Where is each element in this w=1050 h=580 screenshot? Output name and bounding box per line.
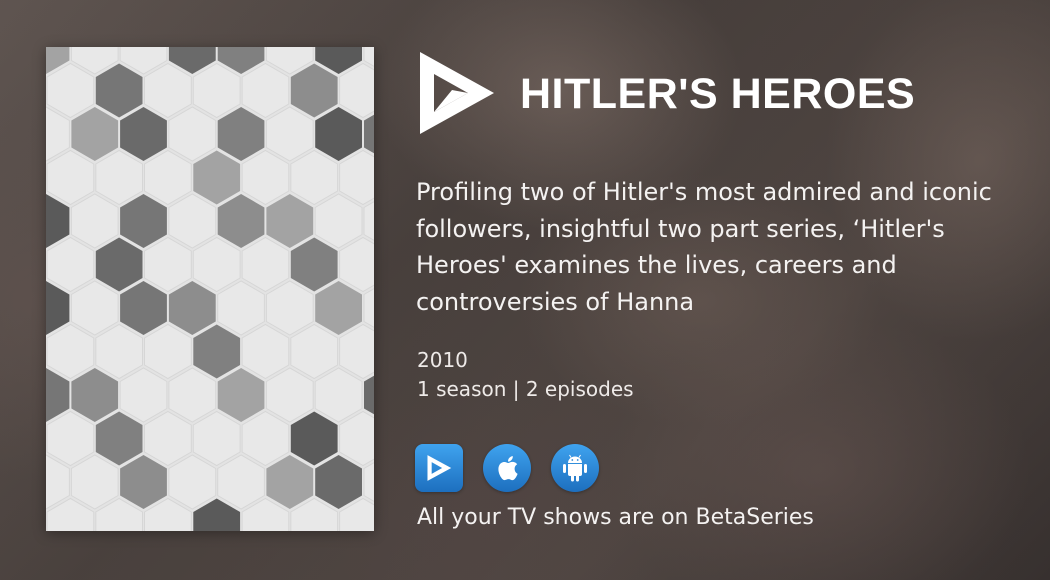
show-title: HITLER'S HEROES bbox=[520, 70, 916, 118]
poster-empty-hex bbox=[339, 323, 374, 380]
poster-photo-hex bbox=[71, 107, 119, 161]
poster-empty-hex bbox=[46, 62, 95, 119]
poster-photo-hex bbox=[315, 281, 362, 335]
poster-empty-hex bbox=[168, 367, 217, 423]
poster-empty-hex bbox=[265, 106, 314, 162]
poster-empty-hex bbox=[314, 367, 363, 423]
poster-empty-hex bbox=[314, 193, 363, 249]
poster-photo-hex bbox=[71, 368, 119, 422]
betaseries-logo-icon bbox=[418, 50, 496, 136]
poster-photo-hex bbox=[95, 63, 143, 118]
app-links bbox=[415, 444, 599, 492]
poster-empty-hex bbox=[241, 410, 290, 467]
poster-empty-hex bbox=[192, 236, 241, 293]
poster-empty-hex bbox=[119, 367, 168, 423]
poster-photo-hex bbox=[120, 194, 167, 248]
poster-photo-hex bbox=[266, 194, 314, 248]
poster-empty-hex bbox=[144, 62, 192, 119]
seasons-episodes: 1 season | 2 episodes bbox=[417, 377, 634, 401]
poster-empty-hex bbox=[46, 410, 95, 467]
poster-photo-hex bbox=[315, 455, 362, 509]
poster-image bbox=[46, 47, 374, 531]
poster-empty-hex bbox=[144, 410, 192, 467]
poster-photo-hex bbox=[290, 63, 338, 118]
poster-empty-hex bbox=[339, 410, 374, 467]
betaseries-app-icon bbox=[427, 455, 452, 481]
poster-empty-hex bbox=[70, 454, 119, 510]
poster-photo-hex bbox=[120, 455, 167, 509]
poster-empty-hex bbox=[241, 62, 290, 119]
poster-empty-hex bbox=[46, 323, 95, 380]
poster-photo-hex bbox=[95, 237, 143, 292]
poster-empty-hex bbox=[290, 323, 339, 380]
poster-empty-hex bbox=[265, 280, 314, 336]
poster-empty-hex bbox=[95, 323, 143, 380]
android-icon bbox=[563, 454, 587, 482]
poster-empty-hex bbox=[144, 323, 192, 380]
poster-empty-hex bbox=[168, 454, 217, 510]
poster-empty-hex bbox=[290, 149, 339, 206]
ios-app-button[interactable] bbox=[483, 444, 531, 492]
poster-photo-hex bbox=[120, 281, 167, 335]
poster-empty-hex bbox=[144, 236, 192, 293]
poster-empty-hex bbox=[339, 236, 374, 293]
betaseries-app-button[interactable] bbox=[415, 444, 463, 492]
poster-empty-hex bbox=[192, 410, 241, 467]
poster-empty-hex bbox=[217, 454, 265, 510]
poster-empty-hex bbox=[144, 149, 192, 206]
poster-empty-hex bbox=[192, 62, 241, 119]
poster-photo-hex bbox=[168, 281, 216, 335]
poster-photo-hex bbox=[290, 411, 338, 466]
poster-photo-hex bbox=[266, 455, 314, 509]
poster-empty-hex bbox=[217, 280, 265, 336]
apple-icon bbox=[498, 456, 518, 481]
poster-empty-hex bbox=[265, 367, 314, 423]
poster-empty-hex bbox=[70, 193, 119, 249]
android-app-button[interactable] bbox=[551, 444, 599, 492]
poster-photo-hex bbox=[217, 107, 265, 161]
poster-empty-hex bbox=[339, 62, 374, 119]
poster-photo-hex bbox=[315, 107, 362, 161]
poster-photo-hex bbox=[193, 150, 241, 205]
show-description: Profiling two of Hitler's most admired a… bbox=[416, 178, 992, 316]
poster-photo-hex bbox=[217, 368, 265, 422]
poster-photo-hex bbox=[217, 194, 265, 248]
poster-empty-hex bbox=[241, 323, 290, 380]
poster-empty-hex bbox=[168, 193, 217, 249]
poster-empty-hex bbox=[46, 149, 95, 206]
poster-empty-hex bbox=[241, 236, 290, 293]
poster-photo-hex bbox=[290, 237, 338, 292]
poster-empty-hex bbox=[339, 149, 374, 206]
poster-empty-hex bbox=[95, 149, 143, 206]
poster-empty-hex bbox=[168, 106, 217, 162]
tagline: All your TV shows are on BetaSeries bbox=[417, 505, 814, 530]
show-year: 2010 bbox=[417, 348, 468, 372]
poster-photo-hex bbox=[95, 411, 143, 466]
poster-photo-hex bbox=[120, 107, 167, 161]
poster-empty-hex bbox=[46, 236, 95, 293]
poster-empty-hex bbox=[70, 280, 119, 336]
poster-empty-hex bbox=[241, 149, 290, 206]
poster-photo-hex bbox=[193, 324, 241, 379]
